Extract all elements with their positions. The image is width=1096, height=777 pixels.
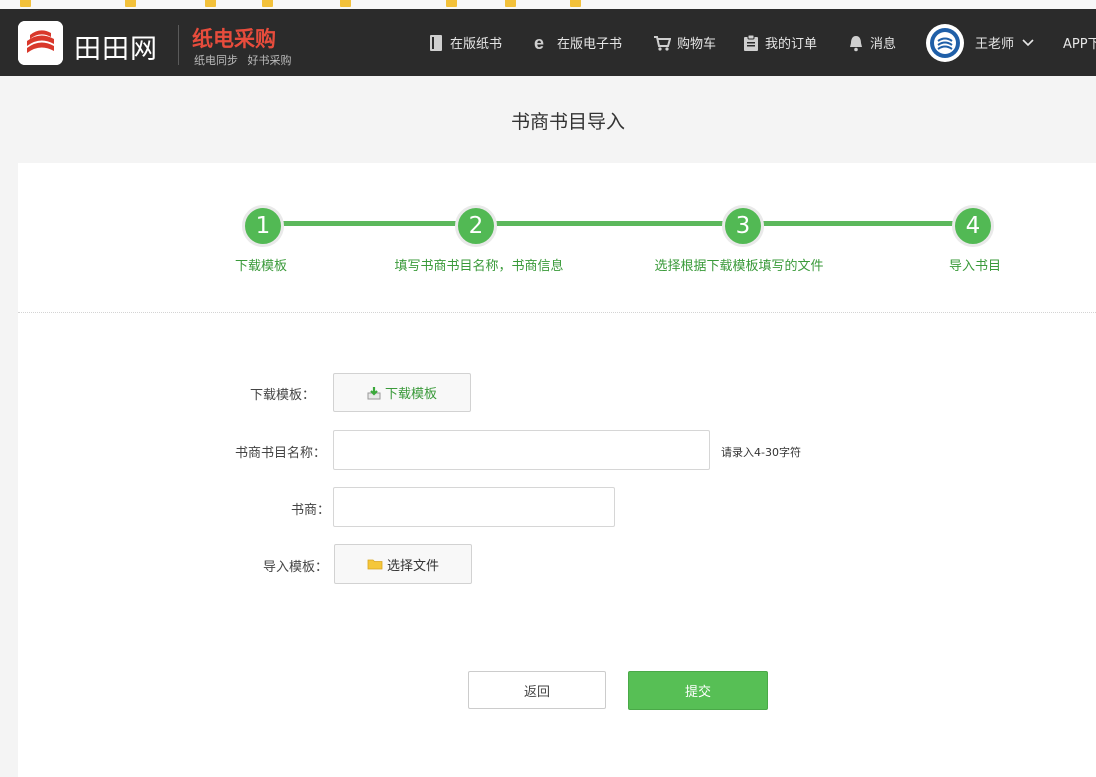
step-number: 2 <box>468 213 484 239</box>
app-label: APP下 <box>1063 37 1096 52</box>
app-download-link[interactable]: APP下 <box>1063 9 1096 76</box>
catalog-name-hint: 请录入4-30字符 <box>721 446 801 459</box>
svg-text:e: e <box>534 34 544 52</box>
download-template-button[interactable]: 下载模板 <box>333 373 471 412</box>
nav-orders[interactable]: 我的订单 <box>743 9 817 76</box>
site-tagline: 纸电同步 好书采购 <box>194 54 292 67</box>
choose-file-label: 选择文件 <box>386 558 439 574</box>
user-menu[interactable]: 王老师 <box>975 9 1034 76</box>
download-template-label: 下载模板： <box>250 388 316 403</box>
step-4-label: 导入书目 <box>948 259 1002 274</box>
nav-cart[interactable]: 购物车 <box>653 9 716 76</box>
section-divider <box>18 312 1096 313</box>
avatar[interactable] <box>926 24 964 62</box>
nav-label: 在版电子书 <box>557 37 623 52</box>
top-navbar: 田田网 纸电采购 纸电同步 好书采购 在版纸书 e 在版电子书 购物车 我的订单 <box>0 9 1096 76</box>
step-3-label: 选择根据下载模板填写的文件 <box>654 259 824 274</box>
nav-label: 购物车 <box>677 37 717 52</box>
e-icon: e <box>534 34 544 52</box>
folder-icon <box>340 0 351 7</box>
step-2-circle: 2 <box>455 205 497 247</box>
book-icon <box>430 34 442 51</box>
vendor-label: 书商： <box>291 503 331 518</box>
folder-icon <box>262 0 273 7</box>
import-panel: 1 2 3 4 下载模板 填写书商书目名称，书商信息 选择根据下载模板填写的文件… <box>18 163 1096 777</box>
folder-icon <box>125 0 136 7</box>
nav-ebooks[interactable]: e 在版电子书 <box>533 9 622 76</box>
submit-button[interactable]: 提交 <box>628 671 768 710</box>
avatar-emblem-icon <box>927 25 963 61</box>
nav-print-books[interactable]: 在版纸书 <box>428 9 502 76</box>
site-logo[interactable] <box>18 21 63 65</box>
step-1-circle: 1 <box>242 205 284 247</box>
chevron-down-icon <box>1022 38 1034 46</box>
step-number: 1 <box>255 213 271 239</box>
back-button[interactable]: 返回 <box>468 671 606 709</box>
clipboard-icon <box>744 34 758 51</box>
step-number: 4 <box>965 213 981 239</box>
step-number: 3 <box>735 213 751 239</box>
logo-text: 田田网 <box>74 34 158 65</box>
page-title: 书商书目导入 <box>510 111 625 133</box>
step-4-circle: 4 <box>952 205 994 247</box>
download-icon <box>367 386 381 399</box>
cart-icon <box>654 35 671 51</box>
site-subtitle: 纸电采购 <box>192 27 276 51</box>
nav-label: 我的订单 <box>765 37 818 52</box>
catalog-name-label: 书商书目名称： <box>235 446 327 461</box>
folder-icon <box>367 559 383 570</box>
nav-messages[interactable]: 消息 <box>848 9 896 76</box>
vendor-input[interactable] <box>333 487 615 527</box>
step-3-circle: 3 <box>722 205 764 247</box>
step-1-label: 下载模板 <box>234 259 288 274</box>
nav-label: 消息 <box>870 37 897 52</box>
folder-icon <box>446 0 457 7</box>
progress-line <box>264 221 974 226</box>
folder-icon <box>570 0 581 7</box>
folder-icon <box>505 0 516 7</box>
nav-label: 在版纸书 <box>450 37 503 52</box>
user-name: 王老师 <box>975 37 1015 52</box>
choose-file-button[interactable]: 选择文件 <box>334 544 472 584</box>
logo-icon <box>18 21 63 65</box>
bell-icon <box>850 35 862 51</box>
catalog-name-input[interactable] <box>333 430 710 470</box>
download-button-label: 下载模板 <box>384 387 437 402</box>
folder-icon <box>20 0 31 7</box>
step-2-label: 填写书商书目名称，书商信息 <box>394 259 564 274</box>
logo-divider <box>178 25 179 65</box>
import-template-label: 导入模板： <box>263 560 329 575</box>
folder-icon <box>205 0 216 7</box>
